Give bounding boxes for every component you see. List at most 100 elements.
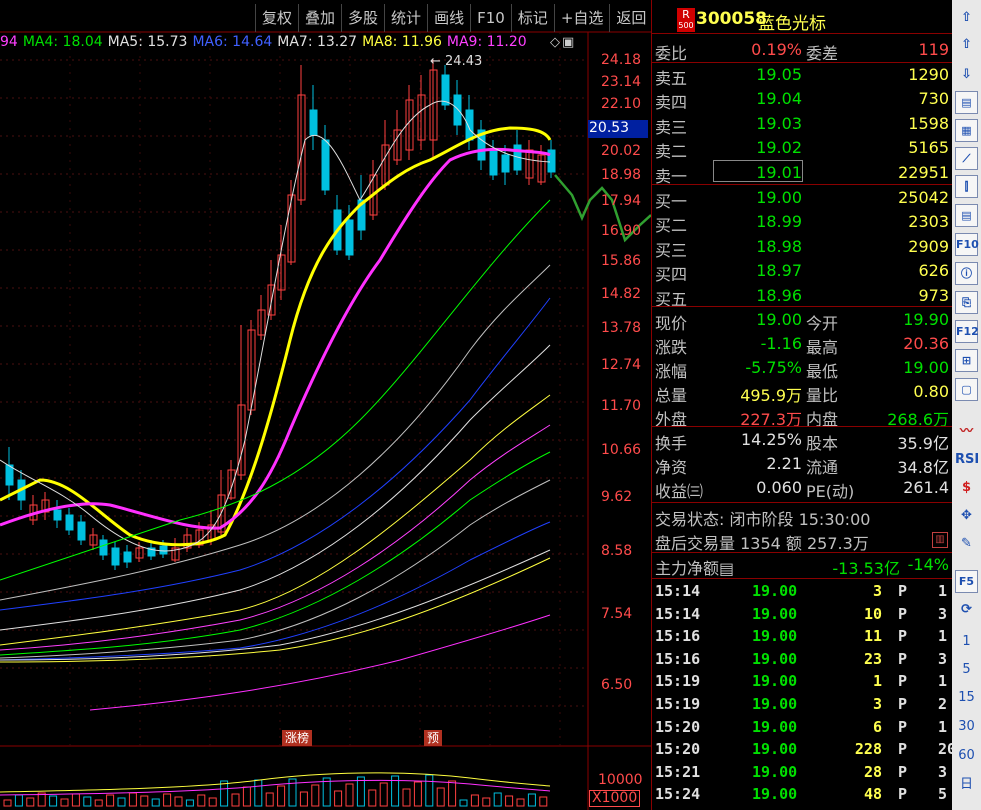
stat-label: 量比 [806, 386, 839, 405]
chart-list-icon[interactable]: ▤ [955, 91, 978, 114]
tick-row[interactable]: 15:20 19.00 228 P 20 [652, 740, 956, 762]
f12-icon[interactable]: F12 [955, 320, 979, 343]
asks-row[interactable]: 卖三 19.03 1598 [652, 112, 952, 137]
f5-icon[interactable]: F5 [955, 570, 978, 593]
tick-row[interactable]: 15:21 19.00 28 P 3 [652, 763, 952, 785]
grid-icon[interactable]: ▦ [955, 119, 978, 142]
tick-price: 19.00 [752, 717, 798, 736]
candle-body [453, 94, 462, 126]
stat-value: 261.4 [903, 478, 949, 497]
candle-body [489, 149, 498, 176]
after-hours-detail-icon[interactable]: ▥ [932, 532, 948, 548]
tick-row[interactable]: 15:14 19.00 3 P 1 [652, 582, 952, 604]
period-1-button[interactable]: 1 [955, 630, 978, 653]
asks-row[interactable]: 卖五 19.05 1290 [652, 63, 952, 88]
moving-average-line [0, 344, 551, 631]
divider [652, 426, 952, 427]
toolbar-button-1[interactable]: 叠加 [298, 4, 341, 32]
tick-row[interactable]: 15:20 19.00 6 P 1 [652, 718, 952, 740]
dollar-icon[interactable]: $ [955, 476, 978, 499]
move-icon[interactable]: ✥ [955, 504, 978, 527]
asks-row[interactable]: 卖四 19.04 730 [652, 87, 952, 112]
period-60-button[interactable]: 60 [955, 744, 978, 767]
toolbar-button-3[interactable]: 统计 [384, 4, 427, 32]
wave-icon[interactable]: 〰 [955, 420, 978, 443]
asks-volume: 730 [918, 89, 949, 109]
kline-canvas[interactable] [0, 0, 651, 810]
volume-bar [425, 774, 434, 807]
stat-label: 现价 [655, 314, 688, 333]
toolbar-button-0[interactable]: 复权 [255, 4, 298, 32]
main-flow-label: 主力净额▤ [655, 559, 735, 578]
f10-icon[interactable]: F10 [955, 233, 979, 256]
volume-bar [482, 797, 491, 807]
toolbar-button-6[interactable]: 标记 [510, 4, 554, 32]
volume-unit-button[interactable]: X1000 [589, 790, 641, 807]
tick-row[interactable]: 15:16 19.00 11 P 1 [652, 627, 952, 649]
tick-row[interactable]: 15:19 19.00 3 P 2 [652, 695, 952, 717]
toolbar-button-2[interactable]: 多股 [341, 4, 384, 32]
stat-label: PE(动) [806, 482, 855, 501]
candle-icon[interactable]: ⫿ [955, 175, 978, 198]
badge-index: 500 [678, 21, 694, 30]
arrow-left-icon[interactable]: ⇧ [955, 6, 978, 29]
tick-time: 15:20 [655, 740, 701, 759]
arrow-up-icon[interactable]: ⇧ [955, 33, 978, 56]
ma-legend-icons[interactable]: ◇ ▣ [548, 35, 574, 50]
arrow-down-icon[interactable]: ⇩ [955, 63, 978, 86]
tick-row[interactable]: 15:14 19.00 10 P 3 [652, 605, 952, 627]
table-icon[interactable]: ▤ [955, 204, 978, 227]
current-price-tag: 20.53 [588, 120, 648, 138]
event-tag-forecast[interactable]: 预 [424, 730, 443, 746]
pencil-icon[interactable]: ✎ [955, 532, 978, 555]
bids-row[interactable]: 买一 19.00 25042 [652, 186, 952, 211]
bids-label: 买四 [655, 265, 688, 285]
stat-value: 35.9亿 [897, 434, 949, 453]
bids-price: 18.98 [756, 236, 802, 256]
high-price-marker: ← 24.43 [430, 54, 483, 69]
period-30-button[interactable]: 30 [955, 715, 978, 738]
rsi-icon[interactable]: RSI [955, 448, 979, 471]
bids-row[interactable]: 买四 18.97 626 [652, 259, 952, 285]
tick-row[interactable]: 15:19 19.00 1 P 1 [652, 672, 952, 694]
refresh-icon[interactable]: ⟳ [955, 598, 978, 621]
settings-box-icon[interactable]: ▣ [562, 35, 574, 50]
candle-body [309, 109, 318, 136]
toolbar-button-8[interactable]: 返回 [609, 4, 652, 32]
toolbar-button-5[interactable]: F10 [470, 4, 511, 32]
period-5-button[interactable]: 5 [955, 658, 978, 681]
bids-row[interactable]: 买二 18.99 2303 [652, 210, 952, 235]
info-icon[interactable]: ⓘ [955, 262, 978, 285]
event-tag-limit-up[interactable]: 涨榜 [282, 730, 313, 746]
asks-row[interactable]: 卖二 19.02 5165 [652, 136, 952, 161]
square-icon[interactable]: ▢ [955, 378, 978, 401]
volume-bar [197, 794, 206, 807]
tick-time: 15:16 [655, 649, 701, 668]
tick-flag: P [898, 740, 908, 759]
tick-row[interactable]: 15:24 19.00 48 P 5 [652, 785, 952, 807]
asks-price: 19.04 [756, 89, 802, 109]
tick-time: 15:16 [655, 627, 701, 646]
tick-price: 19.00 [752, 672, 798, 691]
period-15-button[interactable]: 15 [955, 686, 978, 709]
divider [652, 502, 952, 503]
quote-panel: R 500 300058 蓝色光标 委比 0.19% 委差 119 卖五 19.0… [651, 0, 956, 810]
tick-row[interactable]: 15:16 19.00 23 P 3 [652, 650, 952, 672]
ma-legend: 94 MA4: 18.04 MA5: 15.73 MA6: 14.64 MA7: 13.… [0, 34, 590, 52]
period-day-button[interactable]: 日 [955, 773, 978, 796]
asks-row[interactable]: 卖一 19.01 22951 [652, 161, 952, 186]
asks-volume: 22951 [898, 162, 949, 182]
bids-row[interactable]: 买五 18.96 973 [652, 284, 952, 309]
diamond-icon[interactable]: ◇ [550, 35, 560, 50]
trend-icon[interactable]: ⟋ [955, 147, 978, 170]
kline-chart[interactable]: 复权 叠加 多股 统计 画线 F10 标记 +自选 返回 94 MA4: 18.04 MA5: 15… [0, 0, 651, 810]
bids-row[interactable]: 买三 18.98 2909 [652, 235, 952, 260]
diagram-icon[interactable]: ⊞ [955, 349, 978, 372]
volume-bar [311, 784, 320, 807]
main-flow-row[interactable]: 主力净额▤ -13.53亿 -14% [652, 553, 952, 578]
candle-body [441, 74, 450, 106]
tick-time: 15:14 [655, 604, 701, 623]
toolbar-button-7[interactable]: +自选 [553, 4, 610, 32]
toolbar-button-4[interactable]: 画线 [427, 4, 470, 32]
file-icon[interactable]: ⎘ [955, 291, 978, 314]
